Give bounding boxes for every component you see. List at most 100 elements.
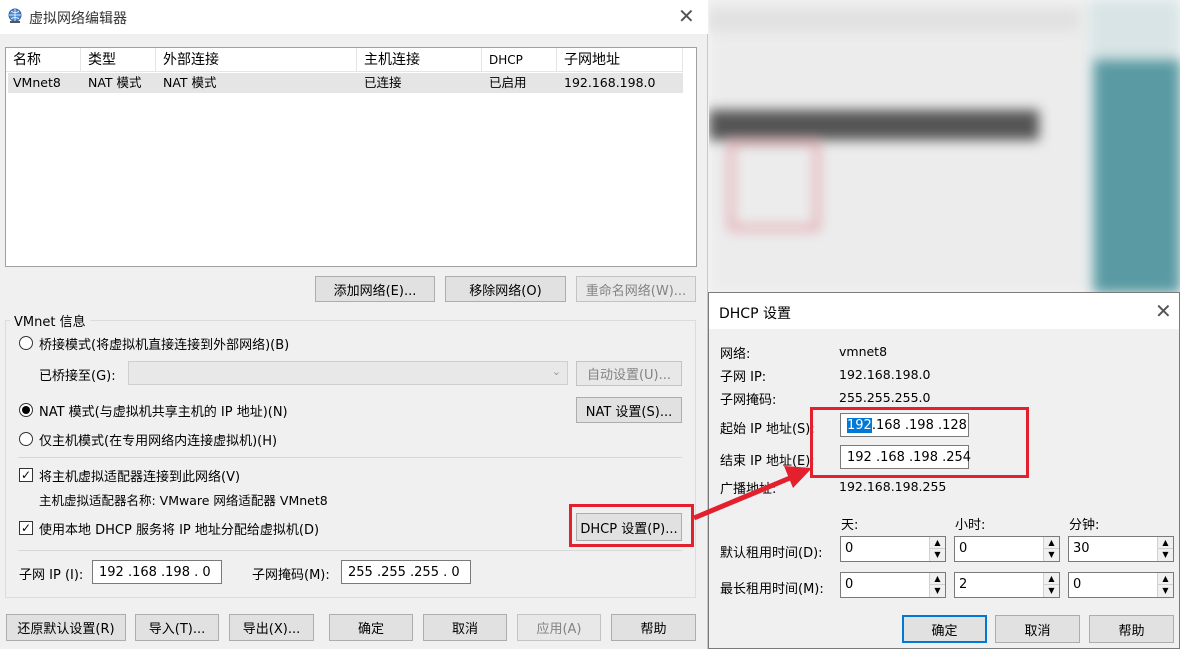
dhcp-settings-dialog: DHCP 设置 ✕ 网络: vmnet8 子网 IP: 192.168.198.… [708,292,1180,649]
dhcp-ok-button[interactable]: 确定 [902,615,987,643]
max-lease-days-stepper[interactable]: 0 ▲ ▼ [840,572,946,598]
help-button[interactable]: 帮助 [611,614,696,641]
subnet-ip-label: 子网 IP (I): [19,568,84,583]
arrow-up-icon[interactable]: ▲ [930,573,945,585]
arrow-up-icon[interactable]: ▲ [1158,573,1173,585]
auto-settings-button[interactable]: 自动设置(U)... [576,361,682,386]
cell-name: VMnet8 [13,75,61,90]
subnet-mask-label: 子网掩码: [720,393,777,408]
close-icon[interactable]: ✕ [678,6,695,26]
rename-network-button[interactable]: 重命名网络(W)... [576,276,696,302]
dialog-title: DHCP 设置 [719,306,791,322]
apply-button[interactable]: 应用(A) [517,614,601,641]
import-button[interactable]: 导入(T)... [135,614,219,641]
list-header: 名称 类型 外部连接 主机连接 DHCP 子网地址 [6,48,683,72]
dialog-title-bar: DHCP 设置 ✕ [709,293,1179,329]
dhcp-cancel-button[interactable]: 取消 [995,615,1080,643]
broadcast-value: 192.168.198.255 [839,479,947,494]
host-only-radio[interactable] [19,432,33,446]
nat-mode-radio[interactable] [19,403,33,417]
ok-button[interactable]: 确定 [329,614,413,641]
column-header-type[interactable]: 类型 [81,48,156,72]
host-only-label: 仅主机模式(在专用网络内连接虚拟机)(H) [39,434,278,449]
minutes-header: 分钟: [1069,518,1100,533]
connect-adapter-checkbox[interactable]: ✓ [19,468,33,482]
highlight-box-ip-range [810,407,1029,478]
broadcast-label: 广播地址: [720,482,777,497]
max-lease-minutes-stepper[interactable]: 0 ▲ ▼ [1068,572,1174,598]
add-network-button[interactable]: 添加网络(E)... [315,276,435,302]
start-ip-label: 起始 IP 地址(S): [720,422,815,437]
max-lease-label: 最长租用时间(M): [720,582,824,597]
nat-settings-button[interactable]: NAT 设置(S)... [576,397,682,423]
arrow-down-icon[interactable]: ▼ [1044,549,1059,561]
bridged-to-select[interactable]: ⌄ [128,361,568,385]
stepper-value: 30 [1073,541,1090,556]
close-icon[interactable]: ✕ [1155,301,1172,321]
cell-dhcp: 已启用 [489,75,527,90]
nat-mode-label: NAT 模式(与虚拟机共享主机的 IP 地址)(N) [39,405,288,420]
dhcp-help-button[interactable]: 帮助 [1089,615,1174,643]
virtual-network-editor-window: 虚拟网络编辑器 ✕ 名称 类型 外部连接 主机连接 DHCP 子网地址 VMne… [0,0,708,649]
divider [18,457,682,458]
column-header-host[interactable]: 主机连接 [357,48,482,72]
column-header-name[interactable]: 名称 [6,48,81,72]
column-header-dhcp[interactable]: DHCP [482,48,557,72]
default-lease-hours-stepper[interactable]: 0 ▲ ▼ [954,536,1060,562]
network-list[interactable]: 名称 类型 外部连接 主机连接 DHCP 子网地址 VMnet8 NAT 模式 … [5,47,697,267]
use-dhcp-checkbox[interactable]: ✓ [19,521,33,535]
default-lease-label: 默认租用时间(D): [720,546,823,561]
cell-external: NAT 模式 [163,75,217,90]
arrow-down-icon[interactable]: ▼ [1044,585,1059,597]
default-lease-days-stepper[interactable]: 0 ▲ ▼ [840,536,946,562]
cancel-button[interactable]: 取消 [423,614,507,641]
subnet-ip-value: 192.168.198.0 [839,367,931,382]
max-lease-hours-stepper[interactable]: 2 ▲ ▼ [954,572,1060,598]
days-header: 天: [841,518,859,533]
network-value: vmnet8 [839,344,888,359]
table-row[interactable]: VMnet8 NAT 模式 NAT 模式 已连接 已启用 192.168.198… [8,73,683,93]
stepper-value: 0 [959,541,968,556]
arrow-up-icon[interactable]: ▲ [1044,573,1059,585]
default-lease-minutes-stepper[interactable]: 30 ▲ ▼ [1068,536,1174,562]
arrow-up-icon[interactable]: ▲ [1158,537,1173,549]
highlight-box-dhcp-settings [569,504,694,547]
network-globe-icon [8,8,22,23]
hours-header: 小时: [955,518,986,533]
column-header-external[interactable]: 外部连接 [156,48,357,72]
column-header-subnet[interactable]: 子网地址 [557,48,683,72]
subnet-ip-label: 子网 IP: [720,370,767,385]
arrow-down-icon[interactable]: ▼ [930,585,945,597]
chevron-down-icon: ⌄ [551,365,561,378]
stepper-value: 2 [959,577,968,592]
title-bar: 虚拟网络编辑器 ✕ [0,0,708,34]
subnet-mask-input[interactable]: 255 .255 .255 . 0 [341,560,471,584]
vmnet-info-label: VMnet 信息 [10,311,90,330]
subnet-mask-value: 255.255.255.0 [839,390,931,405]
bridged-to-label: 已桥接至(G): [39,369,116,384]
bridge-mode-radio[interactable] [19,336,33,350]
arrow-down-icon[interactable]: ▼ [1158,585,1173,597]
arrow-up-icon[interactable]: ▲ [1044,537,1059,549]
stepper-value: 0 [1073,577,1082,592]
cell-host: 已连接 [364,75,402,90]
export-button[interactable]: 导出(X)... [229,614,314,641]
connect-adapter-label: 将主机虚拟适配器连接到此网络(V) [39,470,241,485]
divider [18,550,682,551]
cell-subnet: 192.168.198.0 [564,75,656,90]
use-dhcp-label: 使用本地 DHCP 服务将 IP 地址分配给虚拟机(D) [39,523,320,538]
blurred-background [709,0,1180,293]
remove-network-button[interactable]: 移除网络(O) [445,276,566,302]
restore-defaults-button[interactable]: 还原默认设置(R) [6,614,126,641]
arrow-up-icon[interactable]: ▲ [930,537,945,549]
adapter-name-text: 主机虚拟适配器名称: VMware 网络适配器 VMnet8 [39,493,328,508]
end-ip-label: 结束 IP 地址(E): [720,454,815,469]
bridge-mode-label: 桥接模式(将虚拟机直接连接到外部网络)(B) [39,338,290,353]
network-label: 网络: [720,347,751,362]
stepper-value: 0 [845,541,854,556]
subnet-ip-input[interactable]: 192 .168 .198 . 0 [92,560,222,584]
subnet-mask-label: 子网掩码(M): [252,568,330,583]
cell-type: NAT 模式 [88,75,142,90]
arrow-down-icon[interactable]: ▼ [930,549,945,561]
arrow-down-icon[interactable]: ▼ [1158,549,1173,561]
